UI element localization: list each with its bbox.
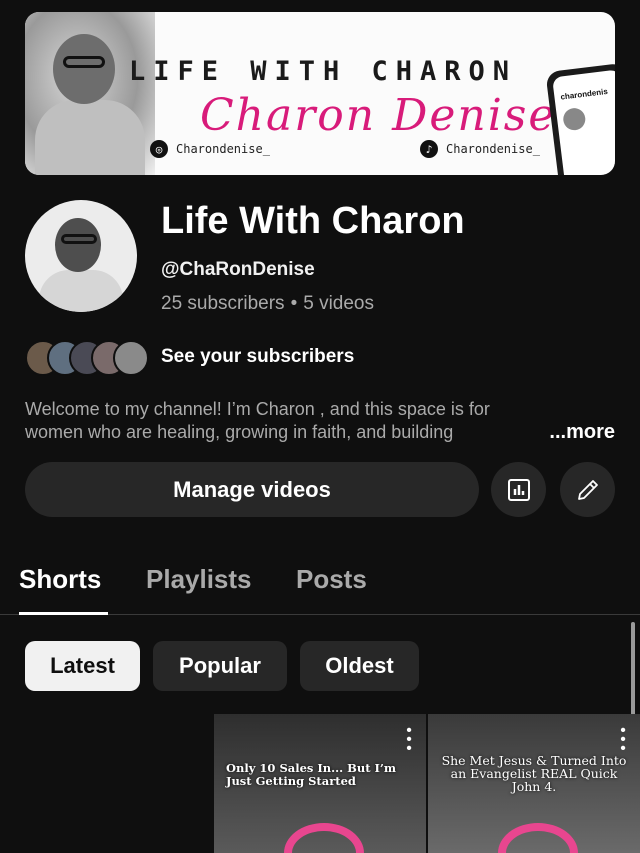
subscriber-count: 25 subscribers	[161, 293, 285, 314]
short-caption: Only 10 Sales In... But I’m Just Getting…	[226, 761, 397, 788]
active-tab-indicator	[19, 612, 108, 615]
more-options-icon[interactable]: • • •	[402, 723, 416, 757]
more-button[interactable]: ...more	[549, 421, 615, 444]
video-count: 5 videos	[303, 293, 374, 314]
banner-photo	[25, 12, 155, 175]
banner-tiktok: ♪ Charondenise_	[420, 140, 540, 158]
short-thumbnail[interactable]: Only 10 Sales In... But I’m Just Getting…	[214, 714, 426, 853]
edit-channel-button[interactable]	[560, 462, 615, 517]
short-caption: She Met Jesus & Turned Into an Evangelis…	[441, 753, 627, 794]
filter-chip-latest[interactable]: Latest	[25, 641, 140, 691]
tiktok-icon: ♪	[420, 140, 438, 158]
filter-chip-oldest[interactable]: Oldest	[300, 641, 419, 691]
description-line-2: women who are healing, growing in faith,…	[25, 422, 454, 442]
channel-stats: 25 subscribers • 5 videos	[161, 293, 374, 315]
banner-script-signature: Charon Denise	[200, 90, 557, 141]
tab-posts[interactable]: Posts	[296, 564, 367, 595]
banner-phone-mockup: charondenis	[545, 62, 615, 175]
channel-tabs: Shorts Playlists Posts	[0, 548, 640, 615]
pencil-icon	[577, 479, 598, 500]
more-options-icon[interactable]: • • •	[616, 723, 630, 757]
stats-separator: •	[290, 293, 298, 314]
see-subscribers-link[interactable]: See your subscribers	[161, 346, 354, 368]
filter-chip-popular[interactable]: Popular	[153, 641, 287, 691]
manage-videos-button[interactable]: Manage videos	[25, 462, 479, 517]
channel-banner: LIFE WITH CHARON Charon Denise ◎ Charond…	[25, 12, 615, 175]
subscriber-avatar	[113, 340, 149, 376]
tab-shorts[interactable]: Shorts	[19, 564, 101, 595]
tab-playlists[interactable]: Playlists	[146, 564, 252, 595]
channel-name: Life With Charon	[161, 200, 465, 242]
banner-tiktok-handle: Charondenise_	[446, 142, 540, 156]
description-line-1: Welcome to my channel! I’m Charon , and …	[25, 399, 490, 419]
analytics-icon	[507, 478, 530, 501]
shorts-grid: Only 10 Sales In... But I’m Just Getting…	[0, 714, 640, 853]
banner-phone-avatar	[562, 106, 587, 132]
short-thumbnail[interactable]: She Met Jesus & Turned Into an Evangelis…	[428, 714, 640, 853]
channel-description[interactable]: Welcome to my channel! I’m Charon , and …	[25, 398, 615, 444]
short-thumbnail[interactable]	[0, 714, 212, 853]
channel-page: LIFE WITH CHARON Charon Denise ◎ Charond…	[0, 0, 640, 853]
banner-phone-username: charondenis	[559, 86, 609, 102]
instagram-icon: ◎	[150, 140, 168, 158]
channel-avatar[interactable]	[25, 200, 137, 312]
banner-instagram: ◎ Charondenise_	[150, 140, 270, 158]
banner-title: LIFE WITH CHARON	[128, 56, 518, 87]
channel-handle: @ChaRonDenise	[161, 259, 315, 280]
analytics-button[interactable]	[491, 462, 546, 517]
banner-instagram-handle: Charondenise_	[176, 142, 270, 156]
subscriber-avatar-stack	[25, 338, 150, 378]
